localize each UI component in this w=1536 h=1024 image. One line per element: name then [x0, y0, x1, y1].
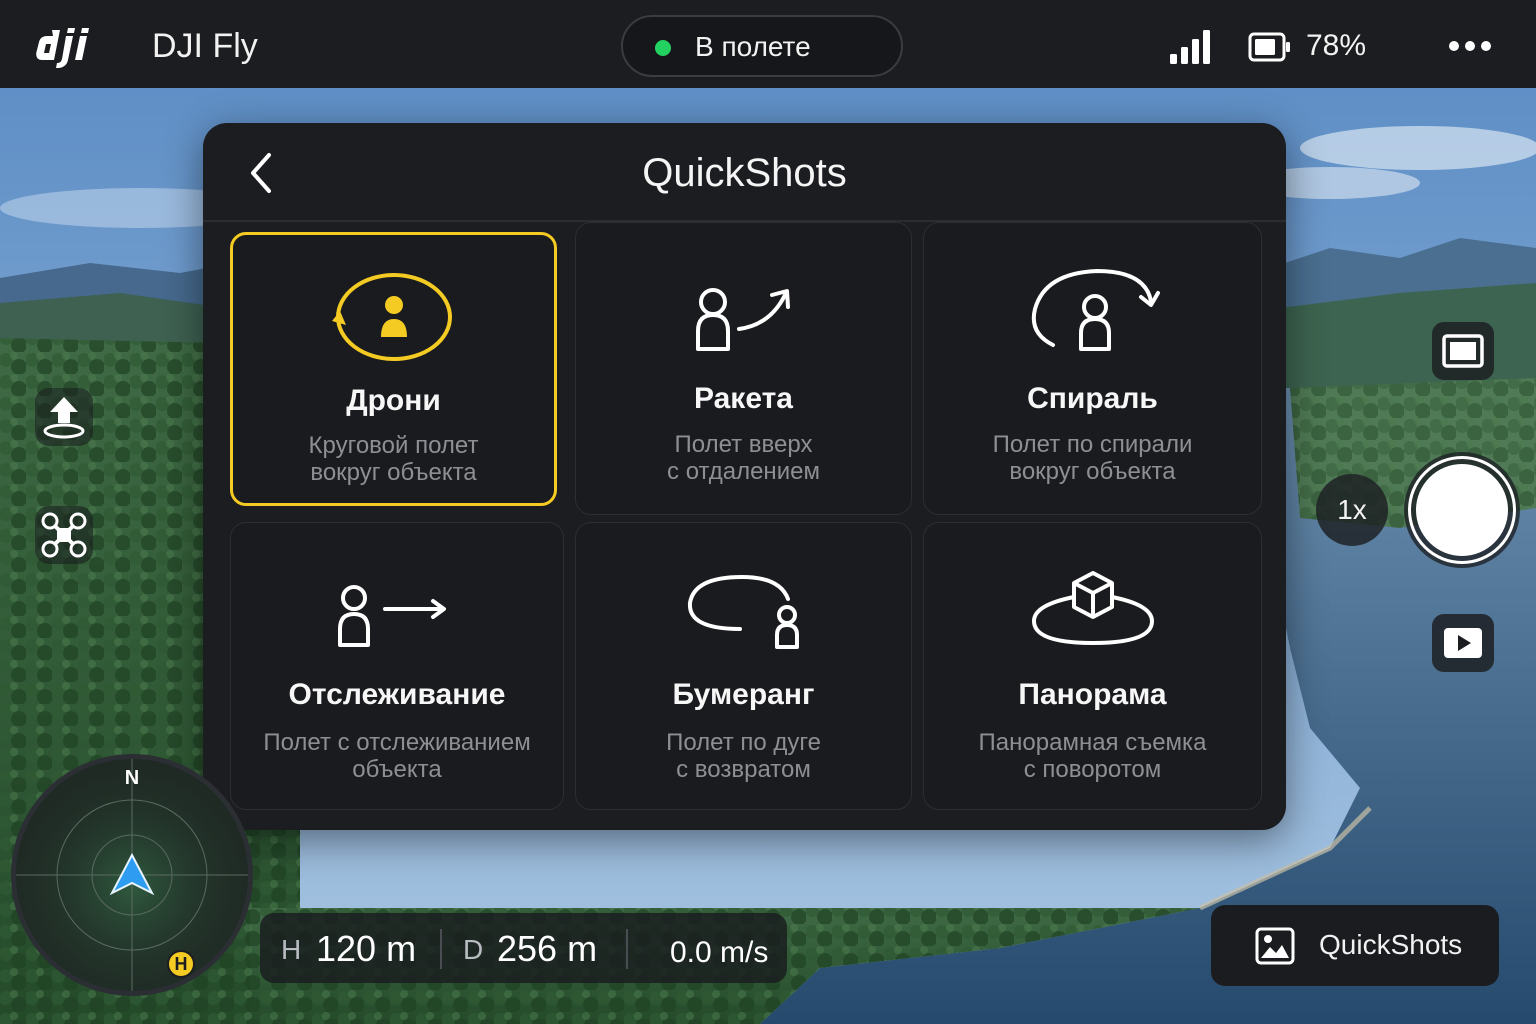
- panel-title: QuickShots: [642, 151, 847, 195]
- track-icon: [231, 581, 563, 681]
- mode-desc-line1: Полет с отслеживанием: [263, 729, 531, 756]
- speed-value: 0.0 m/s: [670, 936, 769, 969]
- status-indicator-dot: [655, 40, 671, 56]
- mode-name: Ракета: [694, 382, 793, 415]
- mode-desc-line1: Полет по спирали: [992, 431, 1193, 458]
- mode-desc-line1: Круговой полет: [308, 432, 479, 459]
- mode-name: Спираль: [1027, 382, 1158, 415]
- more-dots-icon[interactable]: [1448, 38, 1492, 54]
- orbit-icon: [233, 269, 554, 369]
- mode-desc-line2: вокруг объекта: [310, 459, 477, 486]
- drone-status-button[interactable]: [35, 506, 93, 564]
- telemetry-separator: [440, 929, 442, 969]
- distance-label: D: [463, 934, 484, 965]
- mode-card-helix[interactable]: Спираль Полет по спирали вокруг объекта: [923, 222, 1262, 515]
- playback-button[interactable]: [1432, 614, 1494, 672]
- compass-radar[interactable]: N H: [11, 754, 253, 996]
- panorama-icon: [924, 569, 1261, 669]
- telemetry-bar: H 120 m D 256 m 0.0 m/s: [260, 913, 787, 983]
- rocket-icon: [576, 279, 911, 379]
- app-title: DJI Fly: [152, 27, 258, 65]
- zoom-button[interactable]: 1x: [1316, 474, 1388, 546]
- flight-status-pill: В полете: [621, 15, 903, 77]
- mode-desc-line1: Панорамная съемка: [978, 729, 1207, 756]
- flight-status-text: В полете: [695, 31, 811, 62]
- shutter-inner: [1416, 464, 1508, 556]
- quickshots-button[interactable]: QuickShots: [1211, 905, 1499, 986]
- boomerang-icon: [576, 573, 911, 673]
- quickshots-panel: QuickShots Дрони Круговой полет вокруг о…: [203, 123, 1286, 830]
- mode-card-panorama[interactable]: Панорама Панорамная съемка с поворотом: [923, 522, 1262, 810]
- mode-desc-line1: Полет вверх: [674, 431, 813, 458]
- mode-name: Панорама: [1018, 678, 1167, 711]
- mode-card-rocket[interactable]: Ракета Полет вверх с отдалением: [575, 222, 912, 515]
- mode-desc-line1: Полет по дуге: [666, 729, 821, 756]
- telemetry-separator: [626, 929, 628, 969]
- mode-desc-line2: с возвратом: [676, 756, 811, 783]
- quickshots-button-label: QuickShots: [1319, 929, 1463, 960]
- distance-value: 256 m: [497, 928, 598, 969]
- mode-desc-line2: с отдалением: [667, 458, 820, 485]
- mode-card-boomerang[interactable]: Бумеранг Полет по дуге с возвратом: [575, 522, 912, 810]
- spiral-icon: [924, 263, 1261, 363]
- mode-name: Дрони: [346, 384, 441, 417]
- battery-percent: 78%: [1306, 29, 1367, 62]
- height-label: H: [281, 934, 302, 965]
- dji-logo: [36, 28, 89, 68]
- return-to-home-icon: [43, 397, 85, 439]
- mode-card-dronie[interactable]: Дрони Круговой полет вокруг объекта: [230, 232, 557, 506]
- signal-bars-icon: [1170, 30, 1210, 64]
- aspect-ratio-button[interactable]: [1432, 322, 1494, 380]
- mode-card-track[interactable]: Отслеживание Полет с отслеживанием объек…: [230, 522, 564, 810]
- height-value: 120 m: [316, 928, 417, 969]
- mode-name: Бумеранг: [672, 678, 815, 711]
- mode-desc-line2: вокруг объекта: [1009, 458, 1176, 485]
- playback-icon: [1444, 628, 1482, 658]
- mode-name: Отслеживание: [288, 678, 506, 711]
- compass-north-label: N: [124, 767, 140, 789]
- return-to-home-button[interactable]: [35, 388, 93, 446]
- mode-desc-line2: с поворотом: [1023, 756, 1162, 783]
- home-point-label: H: [174, 954, 188, 974]
- frame-icon: [1442, 334, 1484, 368]
- drone-icon: [41, 512, 87, 558]
- shutter-button[interactable]: [1404, 452, 1520, 568]
- mode-desc-line2: объекта: [352, 756, 442, 783]
- image-icon: [1255, 927, 1295, 965]
- battery-icon: [1248, 32, 1290, 62]
- top-status-bar: DJI Fly В полете 78%: [0, 0, 1536, 88]
